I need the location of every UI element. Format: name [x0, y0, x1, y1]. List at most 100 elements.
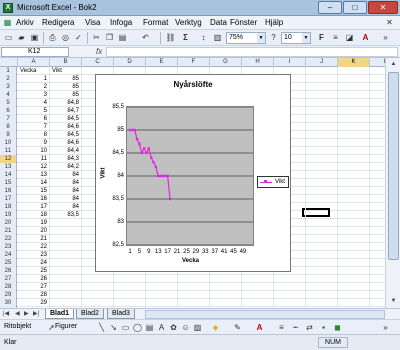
column-header-e[interactable]: E [146, 58, 178, 67]
column-header-c[interactable]: C [82, 58, 114, 67]
undo-icon[interactable]: ↶ [140, 32, 151, 43]
menu-fonster[interactable]: Fönster [230, 18, 257, 27]
cell-b[interactable] [50, 227, 82, 235]
cell-a[interactable]: 18 [18, 211, 50, 219]
menu-arkiv[interactable]: Arkiv [16, 18, 34, 27]
scroll-up-icon[interactable]: ▲ [388, 59, 399, 69]
column-header-b[interactable]: B [50, 58, 82, 67]
picture-icon[interactable]: ▨ [192, 322, 203, 333]
row-header[interactable]: 5 [0, 99, 17, 107]
chevron-down-icon[interactable]: ▼ [302, 33, 310, 43]
column-header-h[interactable]: H [242, 58, 274, 67]
fx-icon[interactable]: fx [96, 47, 102, 56]
cell-a[interactable]: 9 [18, 139, 50, 147]
menu-data[interactable]: Data [210, 18, 227, 27]
row-header[interactable]: 10 [0, 139, 17, 147]
column-header-a[interactable]: A [18, 58, 50, 67]
dash-style-icon[interactable]: ┅ [290, 322, 301, 333]
vertical-scrollbar[interactable]: ▲ ▼ [385, 58, 400, 308]
column-header-l[interactable]: L [370, 58, 385, 67]
cell-a[interactable]: 6 [18, 115, 50, 123]
row-header[interactable]: 6 [0, 107, 17, 115]
cell-a[interactable]: 28 [18, 291, 50, 299]
embedded-chart[interactable]: Nyårslöfte Vikt 85,5 85 84,5 84 83,5 83 82,5 1… [95, 74, 291, 272]
selected-cell-k12[interactable] [302, 208, 330, 217]
cell-a[interactable]: 23 [18, 251, 50, 259]
cell-b[interactable] [50, 291, 82, 299]
help-icon[interactable]: ? [268, 32, 279, 43]
fill-color-icon[interactable]: ◪ [344, 32, 355, 43]
cell-b[interactable]: 85 [50, 83, 82, 91]
column-header-i[interactable]: I [274, 58, 306, 67]
data-point[interactable] [166, 174, 169, 178]
cell-b[interactable]: 84,7 [50, 107, 82, 115]
cell-a[interactable]: 29 [18, 299, 50, 307]
cell-a[interactable]: 13 [18, 171, 50, 179]
row-header[interactable]: 1 [0, 67, 17, 75]
cell-a[interactable]: 16 [18, 195, 50, 203]
fill-color-icon[interactable]: ◈ [210, 322, 221, 333]
row-header[interactable]: 11 [0, 147, 17, 155]
data-point[interactable] [159, 174, 162, 178]
last-sheet-icon[interactable]: ▶| [33, 310, 39, 317]
cell-a[interactable]: 12 [18, 163, 50, 171]
row-header[interactable]: 17 [0, 195, 17, 203]
horizontal-scrollbar[interactable] [145, 310, 385, 319]
cell-b[interactable]: 85 [50, 91, 82, 99]
cell-b[interactable]: 84,6 [50, 139, 82, 147]
cell-b[interactable] [50, 235, 82, 243]
cell-b[interactable]: 84,2 [50, 163, 82, 171]
row-header[interactable]: 30 [0, 299, 17, 307]
menu-format[interactable]: Format [143, 18, 168, 27]
column-header-g[interactable]: G [210, 58, 242, 67]
line-icon[interactable]: ╲ [96, 322, 107, 333]
row-header[interactable]: 7 [0, 115, 17, 123]
font-size-select[interactable]: 10 ▼ [281, 32, 311, 44]
cell-b[interactable]: Vikt [50, 67, 82, 75]
row-header[interactable]: 21 [0, 227, 17, 235]
next-sheet-icon[interactable]: ▶ [24, 310, 29, 317]
row-header[interactable]: 2 [0, 75, 17, 83]
cell-b[interactable]: 84 [50, 171, 82, 179]
row-header[interactable]: 26 [0, 267, 17, 275]
row-header[interactable]: 13 [0, 163, 17, 171]
column-header-j[interactable]: J [306, 58, 338, 67]
sort-icon[interactable]: ↕ [198, 32, 209, 43]
row-header[interactable]: 18 [0, 203, 17, 211]
line-color-icon[interactable]: ✎ [232, 322, 243, 333]
font-color-icon[interactable]: A [254, 322, 265, 333]
cell-a[interactable]: 7 [18, 123, 50, 131]
clipart-icon[interactable]: ☺ [180, 322, 191, 333]
menu-hjalp[interactable]: Hjälp [265, 18, 283, 27]
menu-redigera[interactable]: Redigera [42, 18, 74, 27]
sheet-tab-blad1[interactable]: Blad1 [45, 309, 75, 319]
toolbar-options-icon[interactable]: » [380, 322, 391, 333]
cell-b[interactable]: 85 [50, 75, 82, 83]
row-header[interactable]: 19 [0, 211, 17, 219]
first-sheet-icon[interactable]: |◀ [3, 310, 9, 317]
cell-b[interactable]: 84 [50, 195, 82, 203]
cell-a[interactable]: 26 [18, 275, 50, 283]
paste-icon[interactable]: ▤ [117, 32, 128, 43]
autoshapes-menu[interactable]: Figurer [55, 323, 77, 330]
data-point[interactable] [135, 138, 139, 141]
data-point[interactable] [161, 174, 165, 178]
sheet-tab-blad3[interactable]: Blad3 [107, 309, 135, 319]
cell-a[interactable]: 21 [18, 235, 50, 243]
line-style-icon[interactable]: ≡ [276, 322, 287, 333]
zoom-select[interactable]: 75% ▼ [226, 32, 266, 44]
data-point[interactable] [128, 128, 132, 132]
menu-verktyg[interactable]: Verktyg [175, 18, 202, 27]
data-point[interactable] [154, 165, 158, 168]
draw-menu[interactable]: Ritobjekt [4, 323, 31, 330]
row-header[interactable]: 3 [0, 83, 17, 91]
cell-a[interactable]: Vecka [18, 67, 50, 75]
cell-a[interactable]: 27 [18, 283, 50, 291]
diagram-icon[interactable]: ✿ [168, 322, 179, 333]
cell-b[interactable]: 84,4 [50, 147, 82, 155]
cell-b[interactable]: 84,5 [50, 131, 82, 139]
cell-b[interactable]: 84,5 [50, 115, 82, 123]
cell-a[interactable]: 15 [18, 187, 50, 195]
cell-a[interactable]: 1 [18, 75, 50, 83]
row-header[interactable]: 15 [0, 179, 17, 187]
